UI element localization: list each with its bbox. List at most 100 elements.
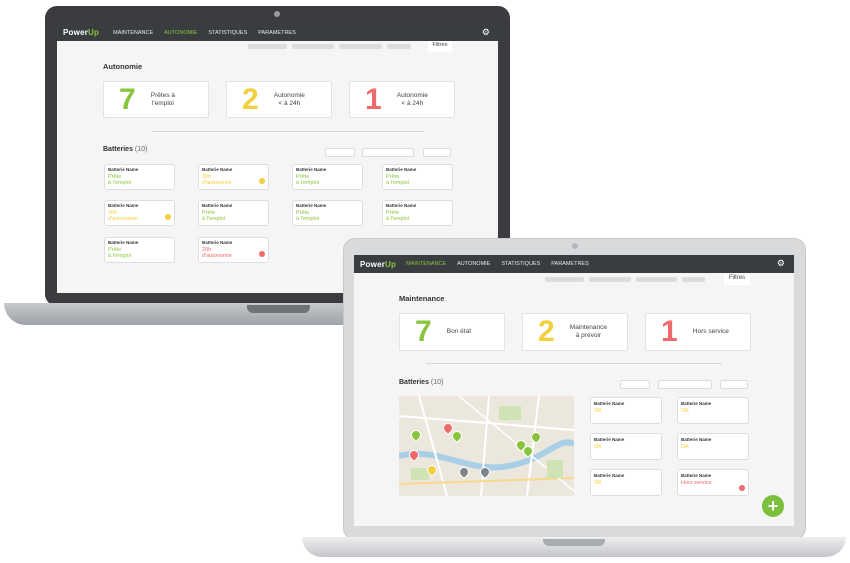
stat-card[interactable]: 2 Autonomie < à 24h (226, 81, 332, 118)
batteries-heading: Batteries (10) (103, 146, 148, 153)
filter-chip[interactable] (545, 277, 584, 282)
filter-chip[interactable] (682, 277, 705, 282)
battery-status-line: à l'emploi (386, 216, 410, 222)
stat-label: Maintenance à prévoir (570, 324, 607, 340)
battery-status: OK (681, 444, 689, 450)
gear-icon[interactable]: ⚙ (777, 258, 785, 269)
active-filter-chips (545, 277, 705, 282)
battery-card[interactable]: Batterie Name Prête à l'emploi (292, 200, 363, 226)
add-battery-button[interactable]: + (762, 495, 784, 517)
battery-name: Batterie Name (386, 167, 417, 172)
battery-card[interactable]: Batterie Name OK (590, 433, 662, 460)
nav-autonomie[interactable]: AUTONOMIE (457, 261, 490, 267)
battery-card[interactable]: Batterie Name 20h d'autonomie (198, 237, 269, 263)
camera-icon (572, 243, 578, 249)
order-select[interactable] (720, 380, 748, 389)
filter-chip[interactable] (339, 44, 382, 49)
stat-label: Hors service (693, 328, 729, 336)
stat-value: 1 (365, 82, 382, 116)
stat-label: Autonomie < à 24h (397, 92, 428, 108)
battery-name: Batterie Name (681, 437, 712, 442)
battery-card[interactable]: Batterie Name Prête à l'emploi (198, 200, 269, 226)
battery-card[interactable]: Batterie Name OK (590, 469, 662, 496)
stat-label-line: < à 24h (278, 99, 301, 107)
laptop-back-notch (247, 305, 310, 313)
battery-status: Prête à l'emploi (108, 174, 131, 186)
order-select[interactable] (423, 148, 451, 157)
sort-select[interactable] (620, 380, 650, 389)
nav-statistiques[interactable]: STATISTIQUES (208, 30, 247, 36)
section-divider (426, 363, 722, 364)
filter-chip[interactable] (248, 44, 287, 49)
stat-card[interactable]: 1 Autonomie < à 24h (349, 81, 455, 118)
battery-name: Batterie Name (594, 473, 625, 478)
stat-value: 7 (119, 82, 136, 116)
filter-chip[interactable] (387, 44, 411, 49)
battery-card[interactable]: Batterie Name Prête à l'emploi (104, 164, 175, 190)
battery-map[interactable] (399, 396, 574, 496)
map-streets (399, 396, 574, 496)
battery-status: 20h d'autonomie (108, 210, 138, 222)
nav-maintenance[interactable]: MAINTENANCE (113, 30, 153, 36)
stat-label-line: Prêtes à (150, 91, 176, 99)
battery-status-line: d'autonomie (108, 216, 138, 222)
sort-select[interactable] (325, 148, 355, 157)
filters-button[interactable]: Filtres (428, 41, 452, 52)
stat-value: 2 (538, 315, 555, 348)
battery-card[interactable]: Batterie Name Prête à l'emploi (382, 200, 453, 226)
filters-button[interactable]: Filtres (724, 274, 750, 285)
filter-chip[interactable] (589, 277, 631, 282)
battery-card[interactable]: Batterie Name Hors service (677, 469, 749, 496)
brand-logo[interactable]: PowerUp (63, 28, 99, 37)
nav-autonomie[interactable]: AUTONOMIE (164, 30, 197, 36)
filter-chip[interactable] (292, 44, 334, 49)
battery-card[interactable]: Batterie Name OK (590, 397, 662, 424)
battery-name: Batterie Name (108, 167, 139, 172)
filter-chip[interactable] (636, 277, 677, 282)
battery-name: Batterie Name (296, 203, 327, 208)
battery-status-line: à l'emploi (108, 180, 132, 186)
battery-name: Batterie Name (681, 401, 712, 406)
stat-card[interactable]: 2 Maintenance à prévoir (522, 313, 628, 351)
battery-status: OK (681, 408, 689, 414)
battery-name: Batterie Name (386, 203, 417, 208)
stat-label-line: l'emploi (151, 99, 174, 107)
battery-status: 20h d'autonomie (202, 247, 232, 259)
battery-card[interactable]: Batterie Name Prête à l'emploi (104, 237, 175, 263)
battery-card[interactable]: Batterie Name 30h d'autonomie (198, 164, 269, 190)
stat-card[interactable]: 1 Hors service (645, 313, 751, 351)
nav-maintenance[interactable]: MAINTENANCE (406, 261, 446, 267)
battery-status-line: à l'emploi (296, 216, 320, 222)
battery-status: Prête à l'emploi (386, 174, 409, 186)
gear-icon[interactable]: ⚙ (482, 27, 490, 38)
battery-name: Batterie Name (202, 240, 233, 245)
search-input[interactable] (362, 148, 414, 157)
battery-status: OK (594, 444, 602, 450)
warning-icon (259, 178, 265, 184)
stat-label-line: < à 24h (401, 99, 424, 107)
search-input[interactable] (658, 380, 712, 389)
battery-card[interactable]: Batterie Name 20h d'autonomie (104, 200, 175, 226)
battery-name: Batterie Name (594, 437, 625, 442)
battery-card[interactable]: Batterie Name Prête à l'emploi (382, 164, 453, 190)
battery-card[interactable]: Batterie Name OK (677, 433, 749, 460)
nav-parametres[interactable]: PARAMETRES (258, 30, 296, 36)
alert-icon (739, 485, 745, 491)
battery-card[interactable]: Batterie Name OK (677, 397, 749, 424)
nav-parametres[interactable]: PARAMETRES (551, 261, 589, 267)
section-title: Maintenance (399, 294, 445, 303)
stat-label-line: Bon état (446, 328, 472, 335)
battery-status: Hors service (681, 480, 712, 486)
stat-value: 1 (661, 315, 678, 348)
brand-logo[interactable]: PowerUp (360, 260, 396, 269)
nav-statistiques[interactable]: STATISTIQUES (501, 261, 540, 267)
top-nav: PowerUp MAINTENANCE AUTONOMIE STATISTIQU… (354, 255, 794, 273)
laptop-front-notch (543, 539, 605, 546)
stat-card[interactable]: 7 Bon état (399, 313, 505, 351)
stat-card[interactable]: 7 Prêtes à l'emploi (103, 81, 209, 118)
battery-card[interactable]: Batterie Name Prête à l'emploi (292, 164, 363, 190)
battery-status: Prête à l'emploi (202, 210, 225, 222)
camera-icon (274, 11, 280, 17)
stat-label: Autonomie < à 24h (274, 92, 305, 108)
battery-status-line: d'autonomie (202, 180, 232, 186)
